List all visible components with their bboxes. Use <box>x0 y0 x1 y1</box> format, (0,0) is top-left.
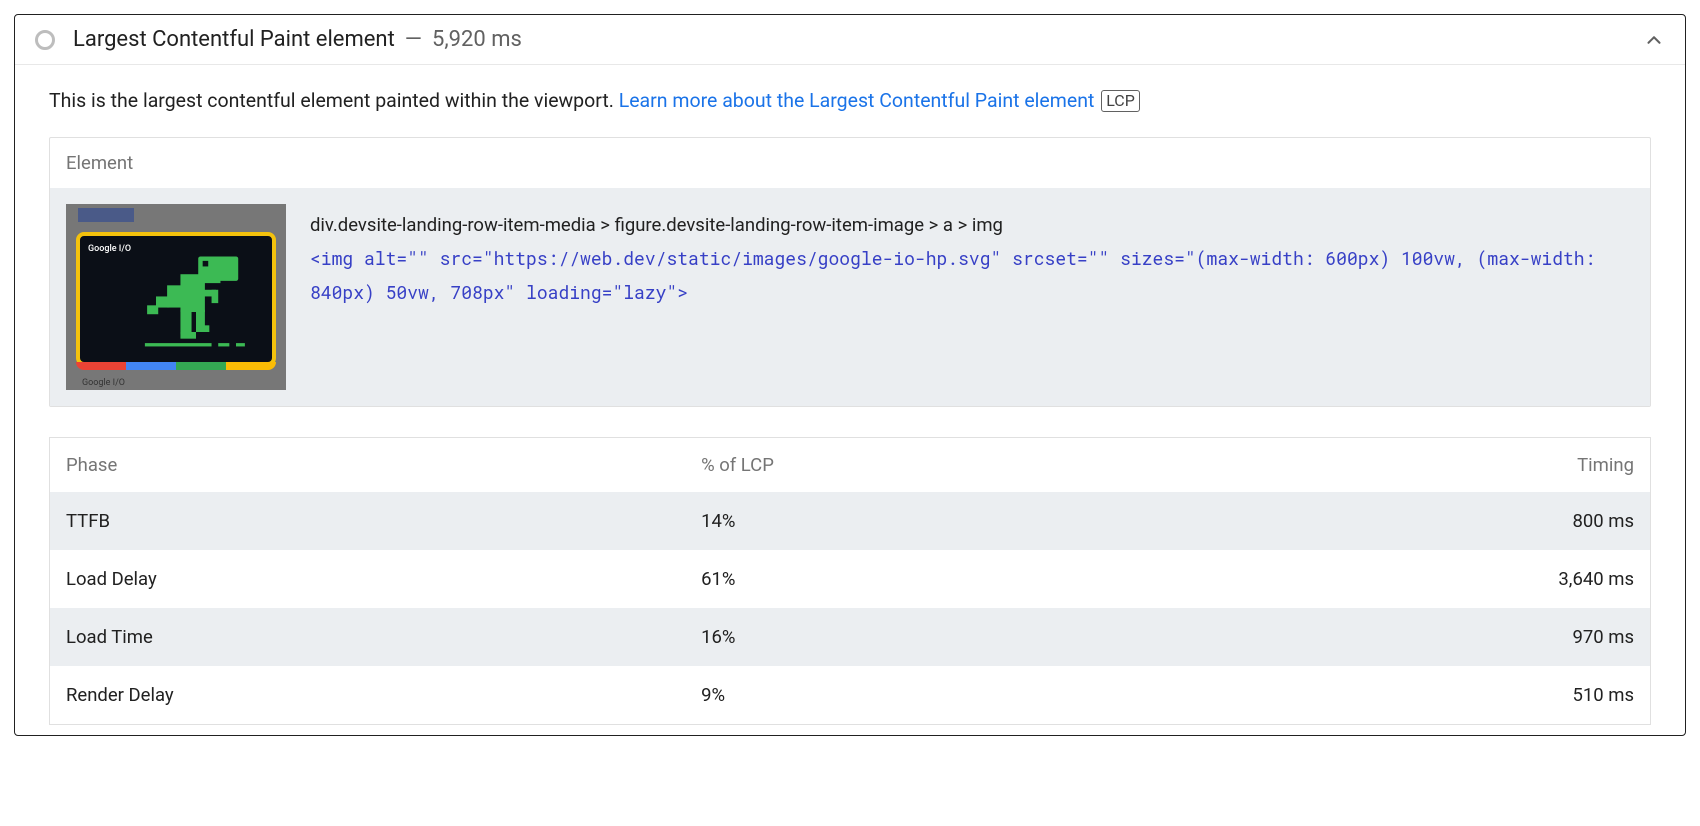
thumb-caption: Google I/O <box>82 378 125 388</box>
description-intro: This is the largest contentful element p… <box>49 89 619 112</box>
cell-timing: 3,640 ms <box>1160 550 1650 608</box>
phase-table: Phase % of LCP Timing TTFB 14% 800 ms Lo… <box>49 437 1651 725</box>
col-timing: Timing <box>1160 438 1650 493</box>
cell-timing: 800 ms <box>1160 492 1650 550</box>
table-row: Load Delay 61% 3,640 ms <box>50 550 1651 608</box>
table-row: Load Time 16% 970 ms <box>50 608 1651 666</box>
audit-metric: 5,920 ms <box>432 27 522 52</box>
audit-title: Largest Contentful Paint element <box>73 27 395 52</box>
lcp-audit-panel: Largest Contentful Paint element — 5,920… <box>14 14 1686 736</box>
cell-pct: 14% <box>685 492 1160 550</box>
col-phase: Phase <box>50 438 686 493</box>
lcp-badge: LCP <box>1101 90 1140 112</box>
table-row: TTFB 14% 800 ms <box>50 492 1651 550</box>
cell-timing: 970 ms <box>1160 608 1650 666</box>
cell-phase: Render Delay <box>50 666 686 725</box>
cell-phase: Load Delay <box>50 550 686 608</box>
element-card-body: Google I/O <box>50 188 1650 406</box>
element-card: Element Google I/O <box>49 137 1651 407</box>
element-card-heading: Element <box>50 138 1650 188</box>
learn-more-link[interactable]: Learn more about the Largest Contentful … <box>619 89 1095 112</box>
cell-timing: 510 ms <box>1160 666 1650 725</box>
cell-pct: 16% <box>685 608 1160 666</box>
audit-description: This is the largest contentful element p… <box>49 87 1651 115</box>
title-separator: — <box>405 27 422 52</box>
dino-icon <box>136 252 256 352</box>
audit-header[interactable]: Largest Contentful Paint element — 5,920… <box>15 15 1685 65</box>
element-text: div.devsite-landing-row-item-media > fig… <box>310 204 1632 309</box>
phase-table-header-row: Phase % of LCP Timing <box>50 438 1651 493</box>
table-row: Render Delay 9% 510 ms <box>50 666 1651 725</box>
cell-pct: 9% <box>685 666 1160 725</box>
element-snippet: <img alt="" src="https://web.dev/static/… <box>310 242 1632 309</box>
selector-path: div.devsite-landing-row-item-media > fig… <box>310 208 1632 242</box>
thumb-google-label: Google I/O <box>88 244 131 254</box>
cell-phase: Load Time <box>50 608 686 666</box>
cell-pct: 61% <box>685 550 1160 608</box>
cell-phase: TTFB <box>50 492 686 550</box>
status-ring-icon <box>35 30 55 50</box>
audit-body: This is the largest contentful element p… <box>15 65 1685 735</box>
chevron-up-icon[interactable] <box>1643 29 1665 51</box>
col-pct: % of LCP <box>685 438 1160 493</box>
element-thumbnail: Google I/O <box>66 204 286 390</box>
